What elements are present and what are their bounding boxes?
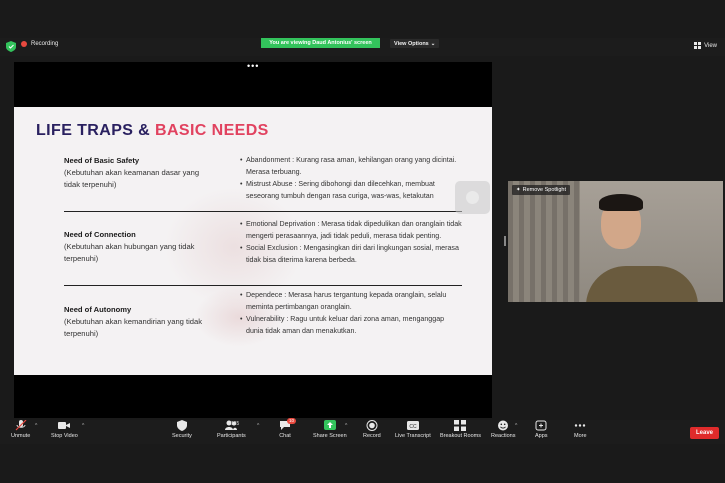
need-connection: Need of Connection (Kebutuhan akan hubun…	[64, 229, 214, 265]
caret-up-icon[interactable]: ^	[515, 423, 517, 429]
breakout-rooms-icon	[454, 420, 467, 431]
shield-icon	[176, 420, 187, 431]
participants-count: 135	[231, 421, 240, 427]
need-desc: (Kebutuhan akan keamanan dasar yang tida…	[64, 168, 200, 189]
view-options-button[interactable]: View Options ⌄	[390, 39, 440, 48]
list-item: Mistrust Abuse : Sering dibohongi dan di…	[240, 179, 462, 202]
muted-mic-icon	[15, 420, 27, 431]
record-icon	[366, 420, 378, 431]
chat-button[interactable]: 10 Chat	[279, 418, 297, 439]
participant-video: ✦ Remove Spotlight	[508, 181, 723, 302]
caret-up-icon[interactable]: ^	[35, 423, 37, 429]
more-button[interactable]: More	[574, 420, 587, 439]
resize-handle[interactable]	[504, 236, 506, 246]
list-item: Emotional Deprivation : Merasa tidak dip…	[240, 219, 462, 242]
security-button[interactable]: Security	[172, 420, 192, 439]
need-autonomy: Need of Autonomy (Kebutuhan akan kemandi…	[64, 304, 214, 340]
meeting-toolbar: Unmute ^ Stop Video ^ Security 135 Parti…	[0, 418, 725, 444]
unmute-label: Unmute	[11, 433, 31, 439]
share-screen-icon	[323, 420, 336, 430]
list-item: Social Exclusion : Mengasingkan diri dar…	[240, 243, 462, 266]
list-item: Dependece : Merasa harus tergantung kepa…	[240, 290, 462, 313]
view-label: View	[704, 42, 717, 49]
need-title: Need of Basic Safety	[64, 156, 140, 165]
security-label: Security	[172, 433, 192, 439]
record-label: Record	[363, 433, 381, 439]
autonomy-items: Dependece : Merasa harus tergantung kepa…	[240, 290, 462, 338]
apps-button[interactable]: Apps	[535, 420, 548, 439]
caret-up-icon[interactable]: ^	[345, 423, 347, 429]
participants-label: Participants	[217, 433, 246, 439]
svg-text:CC: CC	[409, 424, 417, 430]
pin-icon: ✦	[516, 187, 521, 193]
stop-video-label: Stop Video	[51, 433, 78, 439]
more-label: More	[574, 433, 587, 439]
slide-title: LIFE TRAPS & BASIC NEEDS	[36, 122, 269, 140]
captions-icon: CC	[406, 421, 419, 430]
chat-label: Chat	[279, 433, 291, 439]
stop-video-button[interactable]: Stop Video	[51, 420, 78, 439]
leave-button[interactable]: Leave	[690, 427, 719, 439]
need-desc: (Kebutuhan akan kemandirian yang tidak t…	[64, 317, 203, 338]
viewing-banner: You are viewing Daud Antonius' screen	[261, 38, 380, 48]
reactions-label: Reactions	[491, 433, 516, 439]
apps-label: Apps	[535, 433, 548, 439]
connection-items: Emotional Deprivation : Merasa tidak dip…	[240, 219, 462, 267]
presentation-slide: LIFE TRAPS & BASIC NEEDS Need of Basic S…	[14, 107, 492, 375]
share-screen-button[interactable]: Share Screen	[313, 420, 347, 439]
record-button[interactable]: Record	[363, 420, 381, 439]
unmute-button[interactable]: Unmute	[11, 420, 30, 439]
caret-up-icon[interactable]: ^	[82, 423, 84, 429]
live-transcript-label: Live Transcript	[395, 433, 431, 439]
reactions-button[interactable]: Reactions	[491, 420, 515, 439]
participants-button[interactable]: 135 Participants	[217, 420, 246, 439]
smiley-icon	[498, 420, 509, 431]
remove-spotlight-button[interactable]: ✦ Remove Spotlight	[512, 185, 571, 195]
recording-label: Recording	[31, 41, 59, 47]
caret-up-icon[interactable]: ^	[257, 423, 259, 429]
divider	[64, 211, 462, 212]
breakout-rooms-label: Breakout Rooms	[440, 433, 481, 439]
zoom-window: Recording You are viewing Daud Antonius'…	[0, 0, 725, 483]
breakout-rooms-button[interactable]: Breakout Rooms	[440, 420, 481, 439]
list-item: Vulnerability : Ragu untuk keluar dari z…	[240, 314, 462, 337]
divider	[64, 285, 462, 286]
remove-spotlight-label: Remove Spotlight	[522, 187, 567, 193]
live-transcript-button[interactable]: CC Live Transcript	[395, 420, 431, 439]
more-options-icon[interactable]: •••	[247, 62, 259, 71]
list-item: Abandonment : Kurang rasa aman, kehilang…	[240, 155, 462, 178]
need-title: Need of Connection	[64, 230, 136, 239]
apps-icon	[535, 420, 547, 431]
floating-control[interactable]	[455, 181, 490, 214]
need-title: Need of Autonomy	[64, 305, 132, 314]
chat-badge: 10	[287, 418, 297, 424]
basic-safety-items: Abandonment : Kurang rasa aman, kehilang…	[240, 155, 462, 203]
record-dot-icon	[21, 41, 27, 47]
view-options-label: View Options	[394, 40, 429, 47]
speaker-hair	[599, 194, 643, 211]
grid-view-icon	[694, 42, 702, 49]
shield-icon	[6, 41, 16, 52]
chevron-down-icon: ⌄	[430, 40, 436, 47]
window-blind	[508, 181, 580, 302]
video-camera-icon	[58, 422, 71, 429]
need-desc: (Kebutuhan akan hubungan yang tidak terp…	[64, 242, 195, 263]
recording-indicator[interactable]: Recording	[21, 41, 58, 47]
top-bar: Recording You are viewing Daud Antonius'…	[0, 38, 725, 56]
slide-title-part-a: LIFE TRAPS &	[36, 122, 155, 139]
need-basic-safety: Need of Basic Safety (Kebutuhan akan kea…	[64, 155, 214, 191]
slide-title-part-b: BASIC NEEDS	[154, 122, 269, 139]
more-dots-icon	[575, 424, 586, 427]
view-button[interactable]: View	[694, 42, 717, 49]
share-screen-label: Share Screen	[313, 433, 347, 439]
